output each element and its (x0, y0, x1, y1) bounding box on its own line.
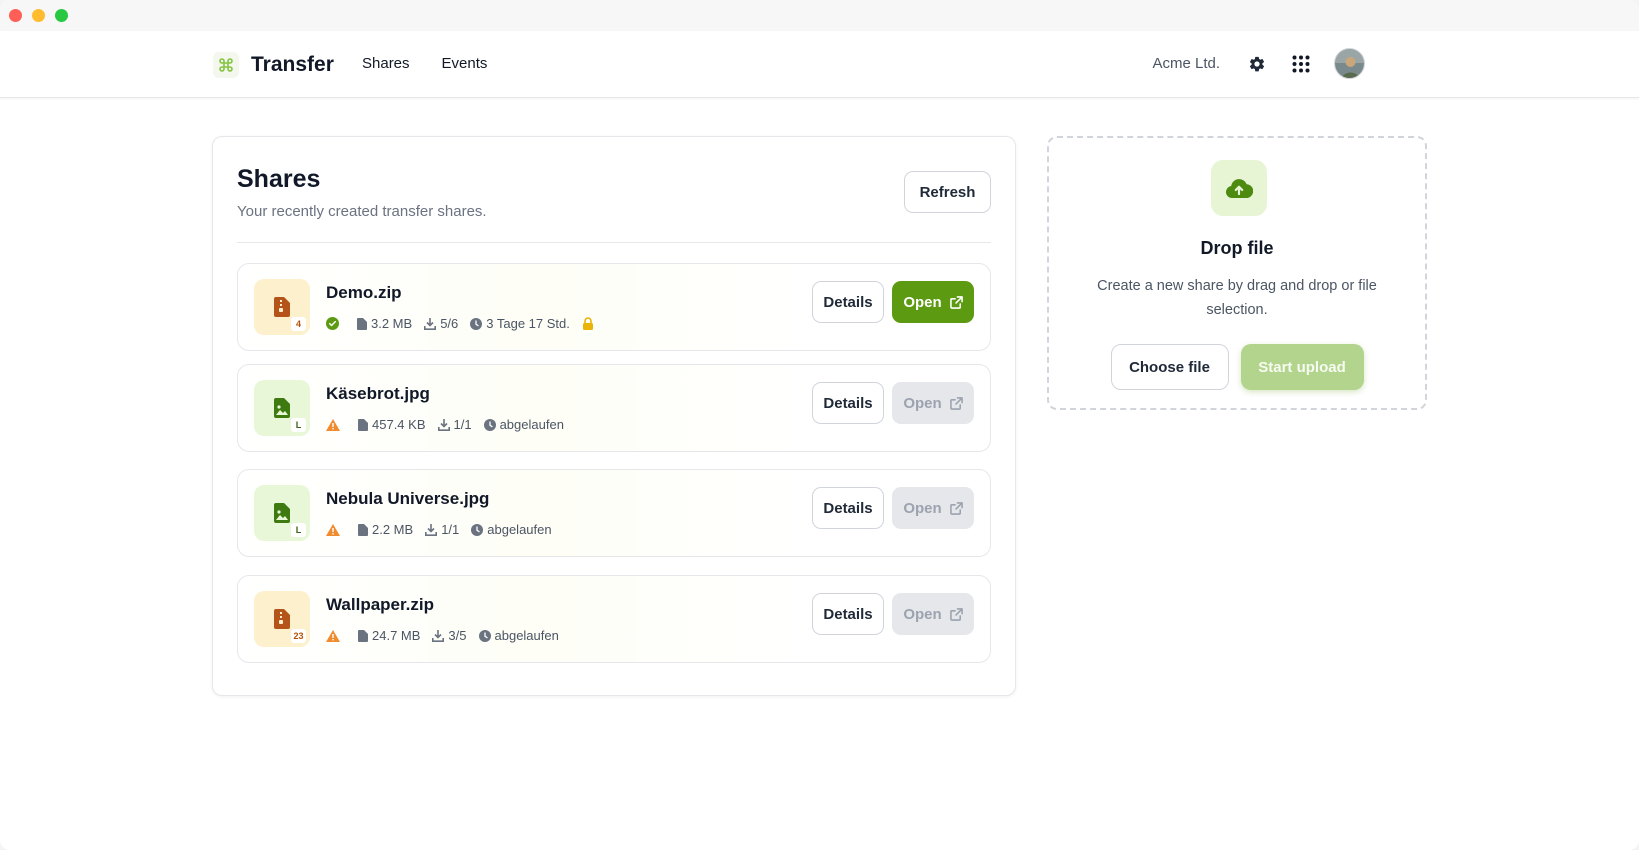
clock-icon (471, 523, 484, 536)
app-window: Transfer Shares Events Acme Ltd. Shares … (0, 0, 1639, 850)
open-button[interactable]: Open (892, 382, 974, 424)
share-file-name: Wallpaper.zip (326, 595, 435, 614)
lock-icon (582, 317, 598, 330)
top-header: Transfer Shares Events Acme Ltd. (0, 31, 1639, 98)
file-size-badge: L (291, 523, 306, 537)
divider (237, 242, 991, 243)
warning-icon (326, 523, 344, 536)
refresh-button[interactable]: Refresh (904, 171, 991, 213)
details-button[interactable]: Details (812, 487, 884, 529)
zip-file-icon: 23 (254, 591, 310, 647)
file-size: 24.7 MB (358, 628, 420, 643)
start-upload-button[interactable]: Start upload (1240, 344, 1364, 390)
external-link-icon (949, 396, 963, 410)
share-meta: 3.2 MB 5/6 3 Tage 17 Std. (326, 316, 610, 331)
download-icon (437, 418, 450, 431)
shares-card: Shares Your recently created transfer sh… (212, 136, 1016, 696)
download-count: 3/5 (432, 628, 467, 643)
file-icon (358, 523, 368, 536)
share-row: 4 Demo.zip 3.2 MB 5/6 3 Tage 17 Std. Det… (237, 263, 991, 351)
header-right: Acme Ltd. (1152, 48, 1365, 79)
share-file-name: Demo.zip (326, 283, 402, 302)
file-size-badge: L (291, 418, 306, 432)
file-icon (358, 418, 368, 431)
share-row: L Nebula Universe.jpg 2.2 MB 1/1 abgelau… (237, 469, 991, 557)
open-button[interactable]: Open (892, 487, 974, 529)
organization-name[interactable]: Acme Ltd. (1152, 55, 1220, 72)
check-circle-icon (326, 317, 343, 330)
gear-icon[interactable] (1246, 53, 1268, 75)
clock-icon (478, 629, 491, 642)
command-icon (213, 52, 239, 78)
window-zoom-button[interactable] (55, 9, 68, 22)
warning-icon (326, 629, 344, 642)
download-icon (432, 629, 445, 642)
window-close-button[interactable] (9, 9, 22, 22)
cloud-upload-icon (1211, 160, 1267, 216)
share-actions: Details Open (812, 487, 974, 529)
share-meta: 24.7 MB 3/5 abgelaufen (326, 628, 571, 643)
file-icon (358, 629, 368, 642)
clock-icon (483, 418, 496, 431)
download-icon (424, 317, 437, 330)
share-meta: 2.2 MB 1/1 abgelaufen (326, 522, 564, 537)
clock-icon (470, 317, 483, 330)
main-nav: Shares Events (362, 55, 487, 72)
file-size: 3.2 MB (357, 316, 412, 331)
window-titlebar (0, 0, 1639, 31)
external-link-icon (949, 295, 963, 309)
file-count-badge: 23 (291, 629, 306, 643)
download-count: 1/1 (425, 522, 459, 537)
choose-file-button[interactable]: Choose file (1110, 344, 1229, 390)
window-minimize-button[interactable] (32, 9, 45, 22)
shares-title: Shares (237, 165, 321, 193)
open-button[interactable]: Open (892, 593, 974, 635)
share-row: 23 Wallpaper.zip 24.7 MB 3/5 abgelaufen (237, 575, 991, 663)
download-count: 1/1 (437, 417, 472, 432)
brand-name: Transfer (251, 53, 334, 76)
nav-item-shares[interactable]: Shares (362, 55, 410, 72)
dropzone-actions: Choose file Start upload (1049, 344, 1425, 390)
shares-subtitle: Your recently created transfer shares. (237, 203, 487, 220)
download-count: 5/6 (424, 316, 458, 331)
dropzone-description: Create a new share by drag and drop or f… (1097, 278, 1377, 318)
download-icon (425, 523, 438, 536)
dropzone-title: Drop file (1200, 238, 1274, 258)
file-size: 2.2 MB (358, 522, 413, 537)
expiry-time: abgelaufen (478, 628, 559, 643)
share-actions: Details Open (812, 593, 974, 635)
zip-file-icon: 4 (254, 279, 310, 335)
details-button[interactable]: Details (812, 382, 884, 424)
file-dropzone[interactable]: Drop file Create a new share by drag and… (1047, 136, 1427, 410)
image-file-icon: L (254, 380, 310, 436)
details-button[interactable]: Details (812, 593, 884, 635)
grid-icon[interactable] (1290, 53, 1312, 75)
file-size: 457.4 KB (358, 417, 426, 432)
file-count-badge: 4 (291, 317, 306, 331)
open-button[interactable]: Open (892, 281, 974, 323)
share-file-name: Käsebrot.jpg (326, 384, 430, 403)
external-link-icon (949, 607, 963, 621)
expiry-time: abgelaufen (471, 522, 552, 537)
share-row: L Käsebrot.jpg 457.4 KB 1/1 abgelaufen D… (237, 364, 991, 452)
file-icon (357, 317, 367, 330)
expiry-time: abgelaufen (483, 417, 564, 432)
share-file-name: Nebula Universe.jpg (326, 489, 490, 508)
expiry-time: 3 Tage 17 Std. (470, 316, 570, 331)
external-link-icon (949, 501, 963, 515)
warning-icon (326, 418, 344, 431)
share-actions: Details Open (812, 281, 974, 323)
details-button[interactable]: Details (812, 281, 884, 323)
avatar[interactable] (1334, 48, 1365, 79)
nav-item-events[interactable]: Events (442, 55, 488, 72)
brand[interactable]: Transfer (213, 52, 334, 78)
image-file-icon: L (254, 485, 310, 541)
share-actions: Details Open (812, 382, 974, 424)
share-meta: 457.4 KB 1/1 abgelaufen (326, 417, 576, 432)
